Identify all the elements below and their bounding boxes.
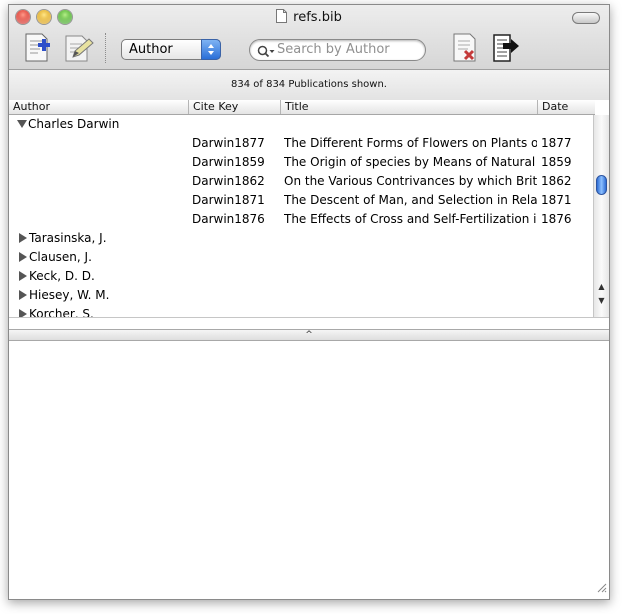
column-header-date[interactable]: Date — [538, 100, 595, 114]
column-header-cite-key[interactable]: Cite Key — [189, 100, 281, 114]
window-title: refs.bib — [9, 9, 609, 27]
disclosure-collapsed-icon[interactable] — [19, 252, 27, 262]
table-row[interactable]: Darwin1876 The Effects of Cross and Self… — [9, 210, 593, 229]
status-bar: 834 of 834 Publications shown. — [9, 70, 609, 101]
title-cell: The Origin of species by Means of Natura… — [284, 155, 537, 169]
toolbar-separator — [105, 33, 106, 63]
delete-publication-icon — [453, 33, 476, 62]
author-group-row[interactable]: Tarasinska, J. — [9, 229, 593, 248]
group-cell: Korcher, S. — [19, 305, 94, 317]
cite-key-cell: Darwin1862 — [192, 174, 265, 188]
search-input[interactable] — [277, 41, 417, 57]
main-window: refs.bib Author Search by Author 834 of … — [8, 4, 610, 600]
edit-pencil-icon — [65, 35, 94, 62]
toolbar-toggle-button[interactable] — [572, 12, 600, 24]
delete-publication-button[interactable] — [449, 31, 483, 65]
window-title-text: refs.bib — [293, 10, 342, 25]
scroll-down-arrow-icon[interactable]: ▼ — [596, 295, 607, 307]
date-cell: 1862 — [541, 174, 572, 188]
author-name: Hiesey, W. M. — [29, 288, 110, 302]
author-group-row[interactable]: Hiesey, W. M. — [9, 286, 593, 305]
publications-table[interactable]: Author Cite Key Title Date Charles Darwi… — [9, 100, 609, 318]
group-cell: Clausen, J. — [19, 248, 92, 267]
toolbar-area: refs.bib Author — [9, 5, 609, 70]
author-name: Tarasinska, J. — [29, 231, 107, 245]
publication-count-text: 834 of 834 Publications shown. — [231, 79, 387, 90]
author-name: Charles Darwin — [28, 117, 120, 131]
author-name: Clausen, J. — [29, 250, 92, 264]
document-icon — [276, 9, 288, 27]
group-cell: Charles Darwin — [17, 115, 119, 134]
date-cell: 1871 — [541, 193, 572, 207]
author-group-row[interactable]: Charles Darwin — [9, 115, 593, 134]
popup-arrows-icon — [201, 39, 221, 60]
resize-grip-icon[interactable] — [595, 578, 607, 597]
new-publication-button[interactable] — [21, 31, 55, 65]
title-cell: The Effects of Cross and Self-Fertilizat… — [284, 212, 537, 226]
group-by-popup[interactable]: Author — [121, 39, 221, 60]
table-header: Author Cite Key Title Date — [9, 100, 595, 115]
edit-publication-button[interactable] — [61, 31, 95, 65]
title-cell: The Descent of Man, and Selection in Rel… — [284, 193, 537, 207]
scroll-up-arrow-icon[interactable]: ▲ — [596, 281, 607, 293]
scroll-corner — [593, 317, 609, 318]
disclosure-collapsed-icon[interactable] — [19, 309, 27, 317]
vertical-scroll-thumb[interactable] — [596, 175, 607, 195]
cite-key-cell: Darwin1859 — [192, 155, 265, 169]
disclosure-collapsed-icon[interactable] — [19, 290, 27, 300]
cite-key-cell: Darwin1876 — [192, 212, 265, 226]
author-name: Korcher, S. — [29, 307, 94, 317]
table-row[interactable]: Darwin1859 The Origin of species by Mean… — [9, 153, 593, 172]
vertical-scrollbar[interactable]: ▲ ▼ — [593, 115, 609, 317]
table-row[interactable]: Darwin1862 On the Various Contrivances b… — [9, 172, 593, 191]
cite-key-cell: Darwin1871 — [192, 193, 265, 207]
export-button[interactable] — [489, 31, 523, 65]
author-group-row[interactable]: Clausen, J. — [9, 248, 593, 267]
export-icon — [493, 34, 519, 62]
new-publication-icon — [25, 33, 50, 62]
table-row[interactable]: Darwin1871 The Descent of Man, and Selec… — [9, 191, 593, 210]
author-group-row[interactable]: Keck, D. D. — [9, 267, 593, 286]
date-cell: 1859 — [541, 155, 572, 169]
author-group-row[interactable]: Korcher, S. — [9, 305, 593, 317]
group-cell: Keck, D. D. — [19, 267, 95, 286]
group-cell: Hiesey, W. M. — [19, 286, 109, 305]
horizontal-scrollbar[interactable]: ◀ ▶ — [9, 317, 593, 318]
preview-pane — [9, 341, 609, 599]
title-cell: On the Various Contrivances by which Bri… — [284, 174, 537, 188]
title-cell: The Different Forms of Flowers on Plants… — [284, 136, 537, 150]
disclosure-collapsed-icon[interactable] — [19, 233, 27, 243]
disclosure-expanded-icon[interactable] — [17, 120, 27, 128]
group-cell: Tarasinska, J. — [19, 229, 107, 248]
divider-handle-icon[interactable]: ^ — [305, 330, 313, 340]
column-header-author[interactable]: Author — [9, 100, 189, 114]
author-name: Keck, D. D. — [29, 269, 95, 283]
date-cell: 1876 — [541, 212, 572, 226]
search-icon[interactable] — [257, 43, 275, 62]
search-field[interactable] — [249, 39, 426, 61]
table-body: Charles Darwin Darwin1877 The Different … — [9, 115, 593, 317]
disclosure-collapsed-icon[interactable] — [19, 271, 27, 281]
table-row[interactable]: Darwin1877 The Different Forms of Flower… — [9, 134, 593, 153]
cite-key-cell: Darwin1877 — [192, 136, 265, 150]
group-by-value: Author — [129, 42, 173, 57]
split-view-divider[interactable]: ^ — [9, 329, 609, 341]
column-header-title[interactable]: Title — [281, 100, 538, 114]
date-cell: 1877 — [541, 136, 572, 150]
title-bar: refs.bib — [9, 5, 609, 29]
